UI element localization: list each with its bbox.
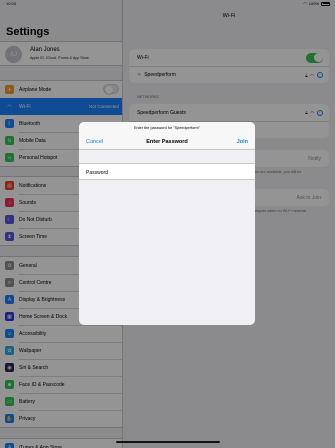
password-field[interactable] xyxy=(119,167,247,178)
home-indicator[interactable] xyxy=(116,441,220,443)
join-button[interactable]: Join xyxy=(237,139,248,145)
dialog-header: Enter the password for "Speedperform" Ca… xyxy=(79,122,255,150)
password-dialog: Enter the password for "Speedperform" Ca… xyxy=(79,122,255,325)
password-row: Password xyxy=(79,163,255,180)
dialog-prompt: Enter the password for "Speedperform" xyxy=(133,126,200,130)
password-label: Password xyxy=(86,170,108,176)
dialog-title: Enter Password xyxy=(146,139,188,145)
